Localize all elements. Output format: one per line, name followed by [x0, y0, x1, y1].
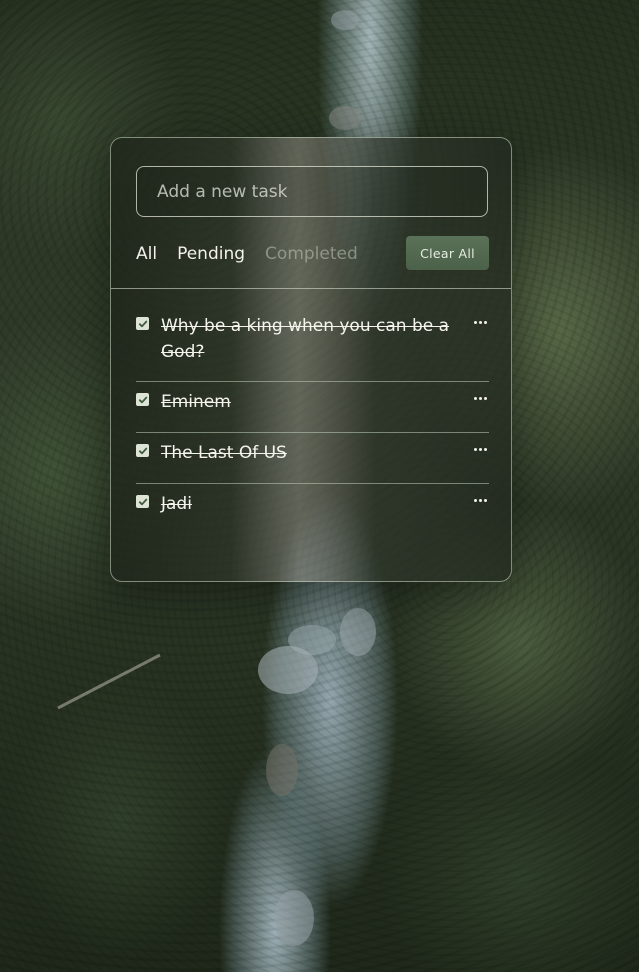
task-checkbox[interactable] — [136, 495, 149, 508]
task-item: Why be a king when you can be a God? — [136, 306, 489, 382]
task-text: The Last Of US — [161, 443, 287, 463]
task-item: The Last Of US — [136, 433, 489, 484]
filter-tabs: All Pending Completed — [136, 236, 378, 272]
task-item: Eminem — [136, 382, 489, 433]
new-task-input[interactable] — [137, 167, 487, 216]
task-input-container — [136, 166, 488, 217]
more-options-icon[interactable] — [471, 440, 489, 458]
tab-pending[interactable]: Pending — [177, 244, 245, 264]
checkmark-icon — [138, 320, 147, 327]
task-list: Why be a king when you can be a God? Emi… — [136, 306, 489, 534]
checkmark-icon — [138, 447, 147, 454]
header-divider — [111, 288, 511, 289]
more-options-icon[interactable] — [471, 389, 489, 407]
tab-completed[interactable]: Completed — [265, 244, 358, 264]
checkmark-icon — [138, 498, 147, 505]
clear-all-button[interactable]: Clear All — [406, 236, 489, 270]
tab-all[interactable]: All — [136, 244, 157, 264]
checkmark-icon — [138, 396, 147, 403]
more-options-icon[interactable] — [471, 491, 489, 509]
task-checkbox[interactable] — [136, 444, 149, 457]
task-text: Jadi — [161, 494, 192, 514]
task-checkbox[interactable] — [136, 393, 149, 406]
more-options-icon[interactable] — [471, 313, 489, 331]
task-item: Jadi — [136, 484, 489, 534]
todo-card: All Pending Completed Clear All Why be a… — [110, 137, 512, 582]
task-checkbox[interactable] — [136, 317, 149, 330]
task-text: Eminem — [161, 392, 231, 412]
task-text: Why be a king when you can be a God? — [161, 316, 450, 362]
